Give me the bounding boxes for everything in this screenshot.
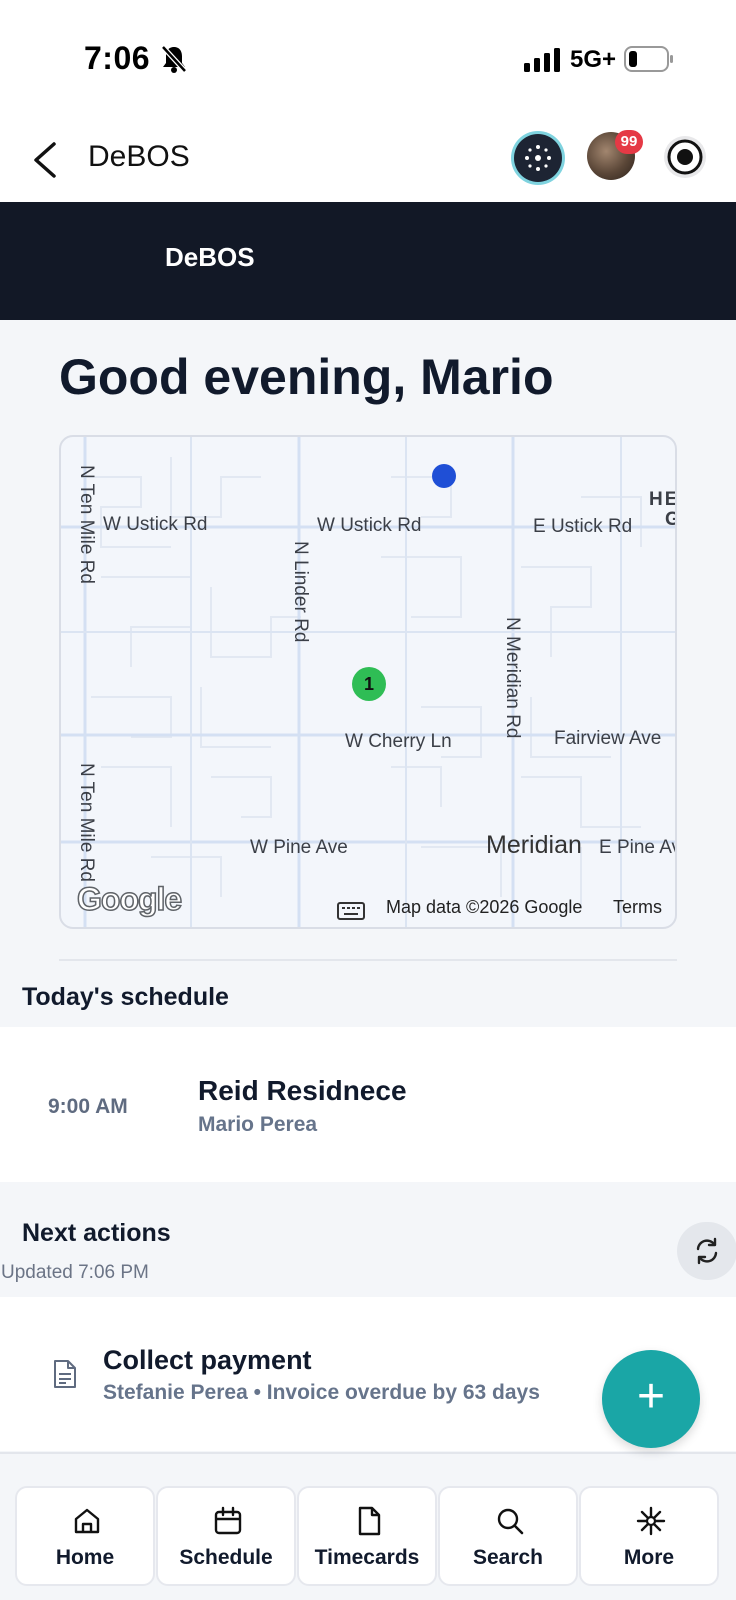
nav-tab-search[interactable]: Search [438, 1486, 578, 1586]
refresh-icon [696, 1237, 718, 1265]
area-label: HE [649, 489, 677, 510]
network-label: 5G+ [570, 46, 617, 73]
road-label: E Ustick Rd [533, 516, 633, 537]
document-icon [358, 1506, 381, 1536]
nav-label: Schedule [179, 1546, 273, 1569]
action-detail: Stefanie Perea • Invoice overdue by 63 d… [103, 1381, 540, 1404]
schedule-time: 9:00 AM [48, 1095, 128, 1118]
google-logo: Google [76, 880, 183, 918]
nav-tab-timecards[interactable]: Timecards [297, 1486, 437, 1586]
road-label: Fairview Ave [554, 728, 662, 749]
header-title: DeBOS [88, 140, 190, 173]
nav-tab-schedule[interactable]: Schedule [156, 1486, 296, 1586]
road-label: W Ustick Rd [103, 514, 208, 535]
action-title: Collect payment [103, 1345, 312, 1375]
schedule-assignee: Mario Perea [198, 1113, 318, 1136]
back-button[interactable] [26, 136, 66, 184]
schedule-item[interactable]: 9:00 AM Reid Residnece Mario Perea [0, 1027, 736, 1182]
brand-banner: DeBOS [0, 202, 736, 320]
calendar-icon [214, 1506, 242, 1535]
battery-icon [624, 46, 673, 72]
divider [59, 959, 677, 961]
add-button[interactable]: + [602, 1350, 700, 1448]
road-label: N Ten Mile Rd [76, 465, 97, 584]
road-label: N Linder Rd [290, 541, 311, 643]
sparkle-icon [636, 1506, 666, 1536]
map-view[interactable]: W Ustick Rd W Ustick Rd E Ustick Rd N Te… [59, 435, 677, 929]
assistant-button[interactable] [514, 134, 562, 182]
document-icon [54, 1360, 76, 1388]
road-label: W Pine Ave [250, 837, 348, 858]
map-attribution: Map data ©2026 Google [386, 897, 583, 917]
banner-title: DeBOS [165, 242, 255, 272]
next-actions-heading: Next actions [22, 1219, 171, 1247]
home-icon [74, 1508, 100, 1534]
status-time: 7:06 [84, 40, 151, 76]
nav-label: Search [472, 1546, 544, 1569]
updated-timestamp: Updated 7:06 PM [1, 1262, 149, 1283]
search-icon [497, 1508, 524, 1535]
area-label: G [665, 509, 675, 531]
road-label: W Cherry Ln [345, 731, 452, 752]
schedule-heading: Today's schedule [22, 983, 229, 1011]
schedule-job-title: Reid Residnece [198, 1075, 407, 1106]
notification-badge: 99 [615, 130, 643, 154]
road-label: E Pine Av [599, 837, 677, 858]
bell-off-icon [161, 45, 187, 73]
road-label: N Ten Mile Rd [76, 763, 97, 882]
greeting-heading: Good evening, Mario [59, 349, 554, 405]
signal-icon [524, 48, 560, 72]
road-label: N Meridian Rd [502, 617, 523, 739]
nav-label: More [623, 1546, 675, 1569]
city-label: Meridian [486, 831, 582, 859]
divider [0, 1452, 736, 1454]
sparkle-dots-icon [525, 145, 551, 171]
nav-label: Timecards [314, 1546, 420, 1569]
status-bar: 7:06 5G+ [0, 0, 736, 118]
road-label: W Ustick Rd [317, 515, 422, 536]
bottom-nav: Home Schedule Timecards Search More [0, 1468, 736, 1600]
keyboard-icon[interactable] [337, 902, 365, 920]
nav-tab-more[interactable]: More [579, 1486, 719, 1586]
nav-tab-home[interactable]: Home [15, 1486, 155, 1586]
refresh-button[interactable] [677, 1222, 736, 1280]
job-location-pin[interactable]: 1 [352, 667, 386, 701]
nav-label: Home [55, 1546, 115, 1569]
map-terms-link[interactable]: Terms [613, 897, 662, 918]
current-location-marker [432, 464, 456, 488]
record-icon[interactable] [662, 134, 708, 180]
